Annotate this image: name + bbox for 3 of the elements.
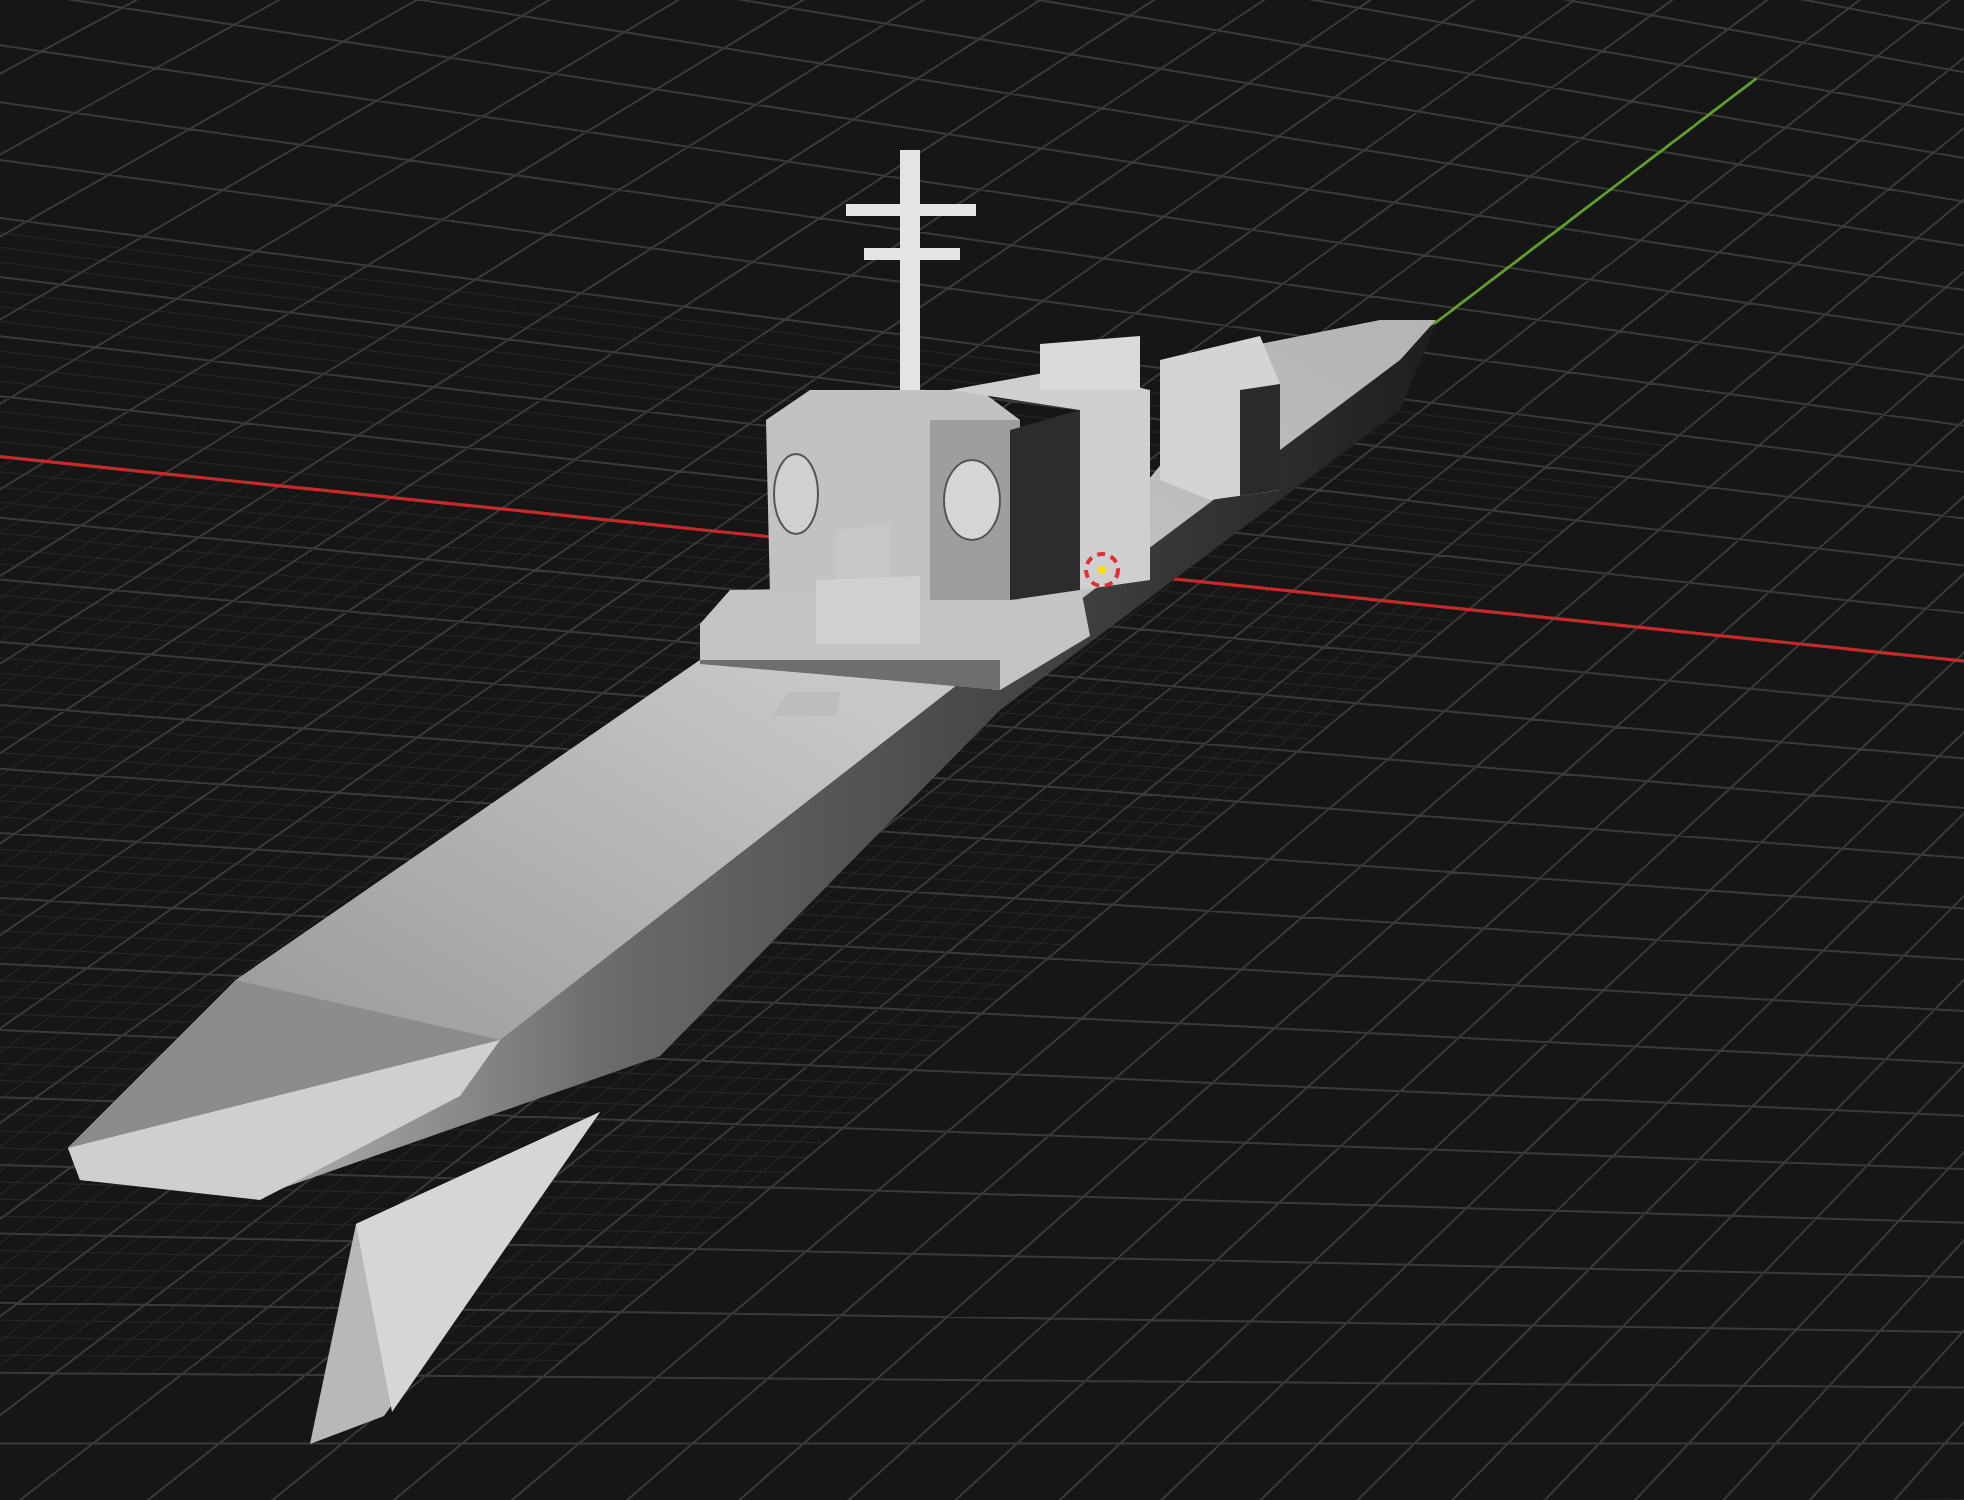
ship-model-drawing[interactable]: [68, 150, 1436, 1444]
3d-viewport[interactable]: [0, 0, 1964, 1500]
3d-cursor-icon[interactable]: [1084, 552, 1120, 588]
